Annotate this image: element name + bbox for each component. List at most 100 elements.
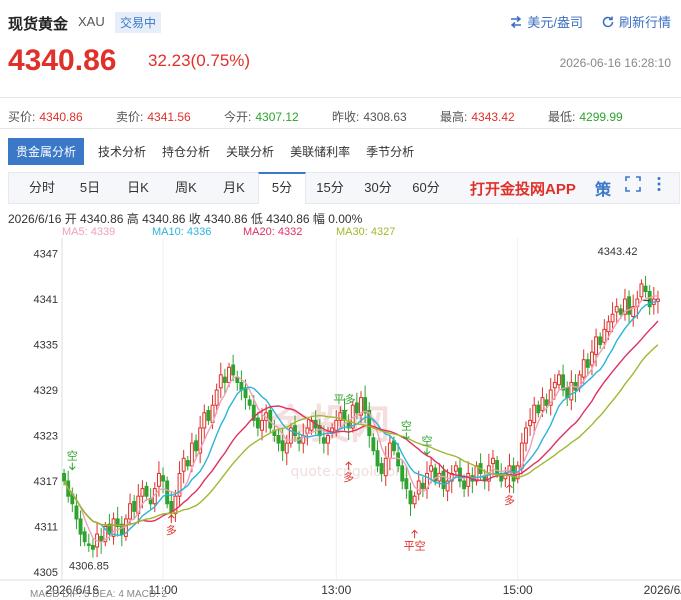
- candle-up: [557, 374, 561, 386]
- quote-label: 买价:: [8, 110, 36, 124]
- candle-up: [552, 381, 557, 389]
- candle-down: [132, 500, 137, 512]
- y-tick-label: 4329: [34, 385, 58, 397]
- quote-value: 4340.86: [39, 110, 83, 124]
- candle-down: [247, 399, 252, 406]
- signal-arrow-down: [68, 462, 76, 471]
- signal-arrow-up: [411, 529, 418, 539]
- signal-label: 平空: [404, 538, 426, 552]
- signal-label: 多: [343, 470, 354, 484]
- candle-up: [610, 313, 615, 323]
- candle-up: [383, 457, 388, 477]
- header-actions: 美元/盎司 刷新行情: [509, 12, 671, 31]
- quote-timestamp: 2026-06-16 16:28:10: [559, 56, 671, 70]
- candle-up: [173, 495, 178, 515]
- candle-down: [194, 440, 198, 452]
- ma-legend-item: MA10: 4336: [152, 226, 212, 238]
- candle-up: [540, 397, 545, 412]
- candle-up: [140, 488, 145, 497]
- quote-value: 4308.63: [363, 110, 407, 124]
- current-price: 4340.86: [8, 44, 117, 77]
- divider: [0, 128, 681, 129]
- analysis-tab[interactable]: 关联分析: [218, 139, 282, 164]
- candle-down: [268, 410, 273, 429]
- candle-down: [231, 364, 236, 376]
- period-tab[interactable]: 月K: [210, 172, 258, 204]
- analysis-tab[interactable]: 季节分析: [358, 139, 422, 164]
- candle-down: [363, 397, 368, 414]
- currency-unit-label: 美元/盎司: [527, 15, 583, 30]
- candle-up: [639, 283, 644, 298]
- candle-up: [416, 480, 421, 495]
- candle-up: [614, 306, 619, 313]
- candle-down: [82, 531, 87, 543]
- candle-down: [280, 440, 285, 452]
- candle-up: [453, 465, 458, 472]
- period-tab[interactable]: 15分: [306, 172, 354, 204]
- quote-item: 卖价: 4341.56: [116, 108, 224, 125]
- analysis-tab[interactable]: 贵金属分析: [8, 138, 85, 165]
- candle-up: [260, 419, 264, 431]
- period-tab[interactable]: 5分: [258, 172, 306, 204]
- quote-item: 最高: 4343.42: [440, 108, 548, 125]
- candle-down: [144, 485, 149, 497]
- candle-down: [536, 404, 541, 414]
- analysis-tab[interactable]: 技术分析: [90, 139, 154, 164]
- candle-up: [524, 427, 528, 444]
- candle-down: [161, 475, 165, 482]
- candle-up: [528, 419, 533, 427]
- more-icon[interactable]: [656, 176, 662, 197]
- quote-label: 今开:: [224, 110, 252, 124]
- open-app-link[interactable]: 打开金投网APP: [470, 178, 576, 199]
- macd-legend: MACD DIF: 5 DEA: 4 MACD: 2: [30, 589, 168, 600]
- candle-up: [387, 442, 392, 459]
- period-tab[interactable]: 5日: [66, 172, 114, 204]
- period-tab[interactable]: 30分: [354, 172, 402, 204]
- low-price-label: 4306.85: [69, 561, 109, 573]
- candle-up: [181, 457, 186, 472]
- candle-down: [375, 450, 380, 467]
- signal-label: 平多: [334, 392, 356, 406]
- analysis-tab[interactable]: 美联储利率: [282, 139, 358, 164]
- candle-down: [598, 336, 603, 346]
- candle-up: [189, 442, 194, 467]
- quote-item: 今开: 4307.12: [224, 108, 332, 125]
- strategy-icon[interactable]: 策: [595, 176, 611, 200]
- ma-legend-item: MA30: 4327: [336, 226, 396, 238]
- candlestick-chart[interactable]: 4347 4341 4335 4329 4323 4317 4311 4305 2026/6/1…: [0, 238, 681, 597]
- candle-down: [62, 472, 67, 482]
- fullscreen-icon[interactable]: [625, 176, 641, 197]
- candle-up: [602, 328, 607, 343]
- refresh-button[interactable]: 刷新行情: [601, 12, 671, 31]
- quote-item: 昨收: 4308.63: [332, 108, 440, 125]
- candle-down: [462, 480, 467, 490]
- y-tick-label: 4305: [34, 567, 58, 579]
- period-tab[interactable]: 周K: [162, 172, 210, 204]
- candle-up: [474, 465, 479, 482]
- y-tick-label: 4323: [34, 431, 58, 443]
- y-tick-label: 4335: [34, 340, 58, 352]
- candle-up: [227, 366, 231, 383]
- quote-label: 最高:: [440, 110, 468, 124]
- period-tab[interactable]: 60分: [402, 172, 450, 204]
- currency-unit-button[interactable]: 美元/盎司: [509, 12, 583, 31]
- quote-header: 现货黄金 XAU 交易中 美元/盎司 刷新行情 4340.86 32.23(0.…: [0, 0, 681, 100]
- analysis-tab[interactable]: 持仓分析: [154, 139, 218, 164]
- candle-down: [321, 437, 326, 444]
- candle-down: [169, 500, 174, 512]
- ma-legend-item: MA5: 4339: [62, 226, 116, 238]
- exchange-icon: [511, 15, 522, 28]
- quote-value: 4299.99: [579, 110, 623, 124]
- period-tab[interactable]: 分时: [18, 172, 66, 204]
- quote-value: 4307.12: [255, 110, 299, 124]
- price-change: 32.23(0.75%): [148, 51, 251, 70]
- candle-down: [544, 399, 549, 406]
- period-tab[interactable]: 日K: [114, 172, 162, 204]
- candle-up: [466, 472, 471, 487]
- signal-label: 多: [504, 493, 515, 507]
- y-tick-label: 4347: [34, 249, 58, 261]
- refresh-label: 刷新行情: [618, 15, 671, 30]
- ma-legend-item: MA20: 4332: [243, 226, 303, 238]
- candle-down: [371, 437, 376, 452]
- quote-item: 买价: 4340.86: [8, 108, 116, 125]
